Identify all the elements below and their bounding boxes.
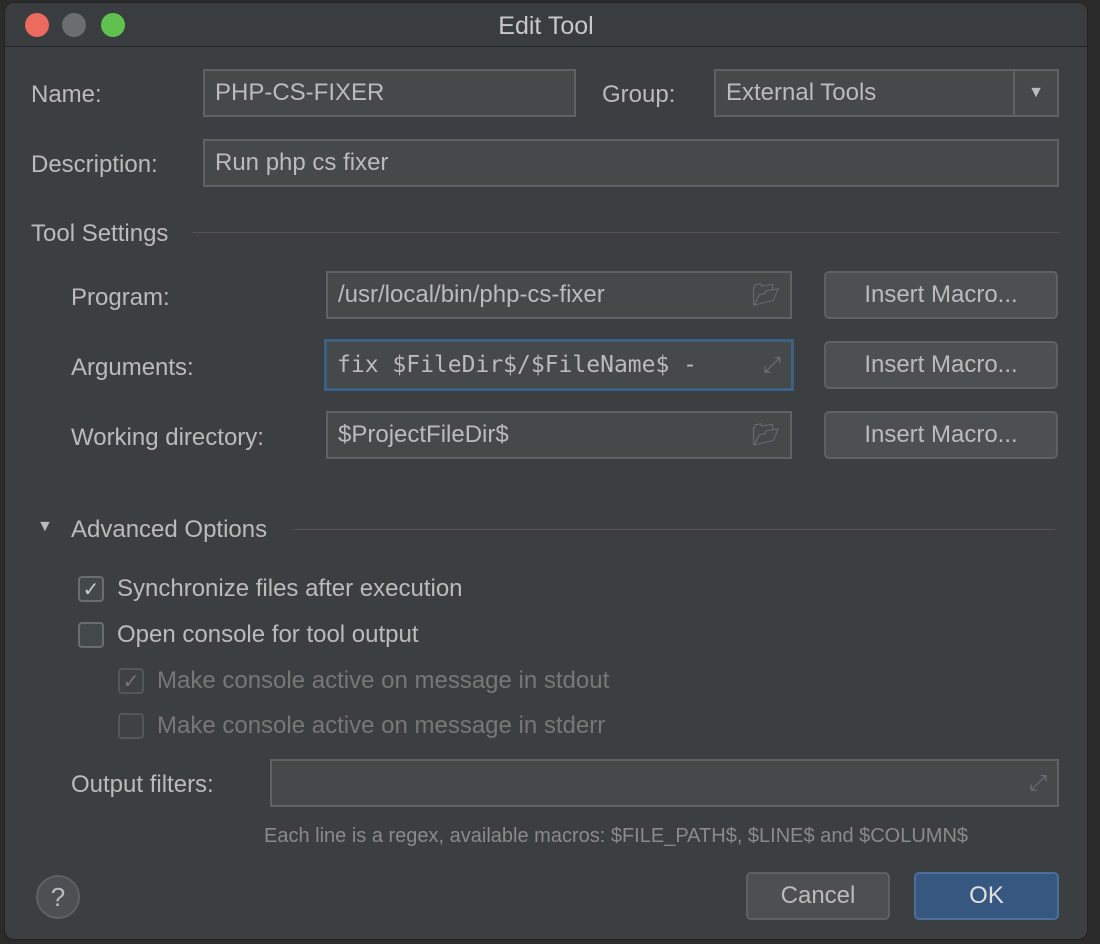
- chevron-down-icon[interactable]: ▼: [1013, 71, 1057, 115]
- folder-icon[interactable]: 📂︎: [752, 282, 780, 308]
- triangle-down-icon[interactable]: ▼: [37, 518, 53, 536]
- insert-macro-button-working-directory[interactable]: Insert Macro...: [824, 411, 1058, 459]
- ok-button[interactable]: OK: [914, 872, 1059, 920]
- description-label: Description:: [31, 151, 158, 178]
- sync-files-checkbox[interactable]: ✓: [78, 576, 104, 602]
- divider: [293, 529, 1055, 530]
- open-console-checkbox[interactable]: [78, 622, 104, 648]
- program-label: Program:: [71, 284, 170, 311]
- arguments-label: Arguments:: [71, 354, 194, 381]
- expand-icon[interactable]: ⤢: [1029, 770, 1047, 796]
- divider: [193, 232, 1059, 233]
- group-value: External Tools: [726, 79, 877, 106]
- name-input[interactable]: PHP-CS-FIXER: [203, 69, 576, 117]
- output-filters-label: Output filters:: [71, 771, 214, 798]
- sync-files-label: Synchronize files after execution: [117, 575, 463, 602]
- arguments-input[interactable]: fix $FileDir$/$FileName$ - ⤢: [324, 339, 794, 391]
- tool-settings-heading: Tool Settings: [31, 220, 169, 247]
- group-label: Group:: [602, 81, 676, 108]
- help-button[interactable]: ?: [36, 875, 80, 919]
- working-directory-input[interactable]: $ProjectFileDir$ 📂︎: [326, 411, 792, 459]
- output-filters-input[interactable]: ⤢: [270, 759, 1059, 807]
- description-input[interactable]: Run php cs fixer: [203, 139, 1059, 187]
- advanced-options-toggle[interactable]: Advanced Options: [71, 516, 267, 544]
- stderr-checkbox[interactable]: [118, 713, 144, 739]
- working-directory-value: $ProjectFileDir$: [338, 421, 509, 448]
- output-filters-hint: Each line is a regex, available macros: …: [264, 825, 969, 847]
- name-label: Name:: [31, 81, 102, 108]
- open-console-label: Open console for tool output: [117, 621, 419, 648]
- title-bar: Edit Tool: [5, 3, 1087, 47]
- arguments-value: fix $FileDir$/$FileName$ -: [337, 352, 698, 378]
- expand-icon[interactable]: ⤢: [763, 353, 781, 378]
- group-select[interactable]: External Tools ▼: [714, 69, 1059, 117]
- cancel-button[interactable]: Cancel: [746, 872, 890, 920]
- insert-macro-button-program[interactable]: Insert Macro...: [824, 271, 1058, 319]
- window-title: Edit Tool: [498, 12, 594, 40]
- program-input[interactable]: /usr/local/bin/php-cs-fixer 📂︎: [326, 271, 792, 319]
- stdout-checkbox[interactable]: ✓: [118, 668, 144, 694]
- stderr-label: Make console active on message in stderr: [157, 712, 606, 739]
- working-directory-label: Working directory:: [71, 424, 264, 451]
- stdout-label: Make console active on message in stdout: [157, 667, 610, 694]
- insert-macro-button-arguments[interactable]: Insert Macro...: [824, 341, 1058, 389]
- edit-tool-dialog: Edit Tool Name: PHP-CS-FIXER Group: Exte…: [4, 2, 1088, 940]
- folder-icon[interactable]: 📂︎: [752, 422, 780, 448]
- program-value: /usr/local/bin/php-cs-fixer: [338, 281, 605, 308]
